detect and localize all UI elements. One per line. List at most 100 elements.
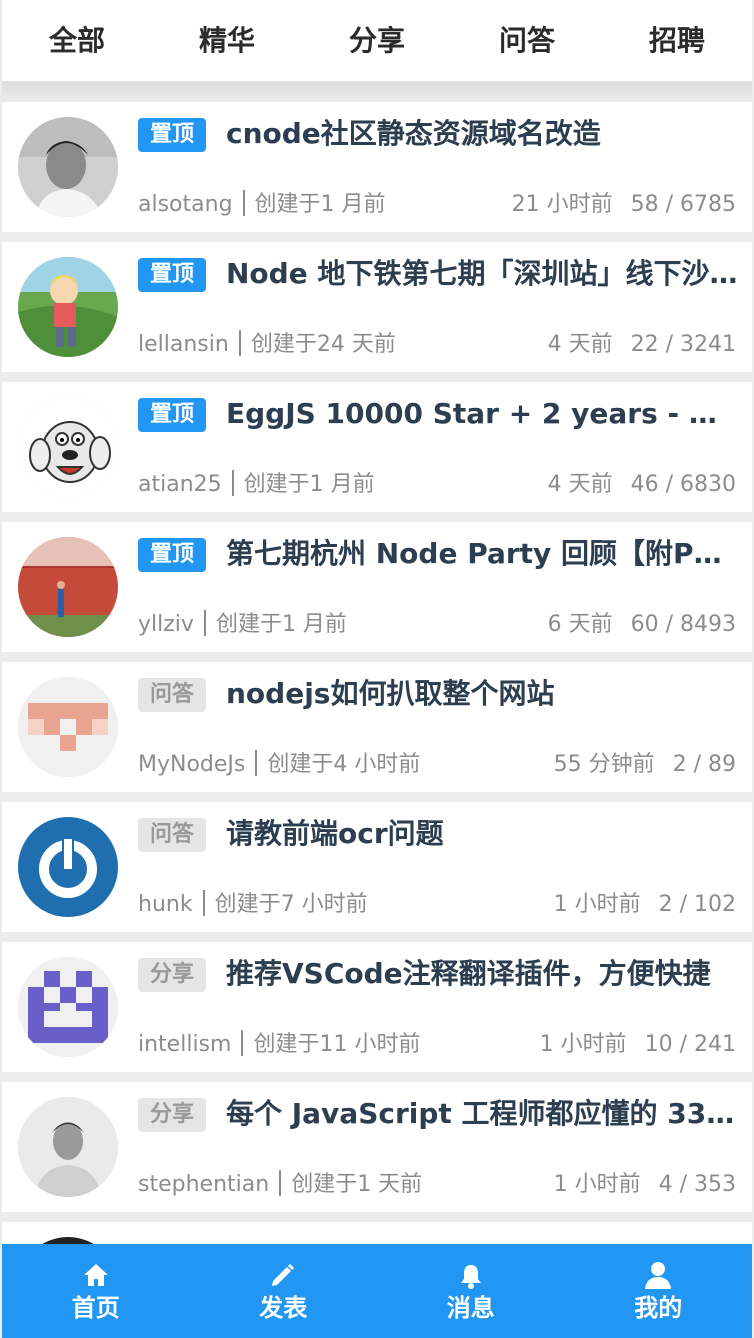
topic-tag: 置顶 [138,538,206,572]
topic-last-reply: 6 天前 [547,612,613,637]
nav-messages-label: 消息 [446,1294,495,1322]
topic-reply-visit-count: 58 / 6785 [630,192,736,217]
cartoon-dog-icon[interactable] [18,397,118,497]
topic-author[interactable]: atian25 [138,468,222,502]
topic-created-time: 创建于1 天前 [291,1172,423,1197]
topic-created-time: 创建于1 月前 [215,612,347,637]
topic-created-time: 创建于11 小时前 [253,1032,421,1057]
nav-post-label: 发表 [259,1294,308,1322]
topic-title[interactable]: 第七期杭州 Node Party 回顾【附PPT】 [226,534,738,574]
topic-author[interactable]: alsotang [138,188,233,222]
topic-last-reply: 21 小时前 [511,192,613,217]
anime-character-icon[interactable] [18,257,118,357]
meta-divider [279,1170,282,1196]
nav-messages[interactable]: 消息 [377,1244,565,1338]
topic-reply-visit-count: 46 / 6830 [630,472,736,497]
identicon-pink-icon[interactable] [18,677,118,777]
topic-tag: 置顶 [138,118,206,152]
tab-job[interactable]: 招聘 [602,0,752,82]
topic-item[interactable]: 分享每个 JavaScript 工程师都应懂的 33 个概念 stephentia… [2,1082,752,1212]
topic-last-reply: 1 小时前 [553,1172,641,1197]
photo-person-bw-icon[interactable] [18,1097,118,1197]
topic-meta: stephentian 创建于1 天前 1 小时前 4 / 353 [138,1168,736,1202]
topic-tag: 分享 [138,1098,206,1132]
photo-person-icon[interactable] [18,117,118,217]
tab-share[interactable]: 分享 [302,0,452,82]
nav-home[interactable]: 首页 [2,1244,190,1338]
topic-stats: 1 小时前 2 / 102 [554,888,736,922]
photo-wall-icon[interactable] [18,537,118,637]
pencil-icon [267,1259,299,1291]
topic-title[interactable]: nodejs如何扒取整个网站 [226,674,738,714]
topic-author[interactable]: intellism [138,1028,231,1062]
topic-item[interactable]: 分享 推荐VSCode注释翻译插件，方便快捷 intellism 创建于11 小时前 1… [2,942,752,1072]
topic-list: 置顶 cnode社区静态资源域名改造 alsotang 创建于1 月前 21 小时前 58… [2,102,752,1338]
topic-title[interactable]: 每个 JavaScript 工程师都应懂的 33 个概念 [226,1094,738,1134]
topic-item[interactable]: 置顶 第七期杭州 Node Party 回顾【附PPT】 yllziv 创建于1 月前… [2,522,752,652]
topic-author[interactable]: MyNodeJs [138,748,245,782]
topic-reply-visit-count: 22 / 3241 [630,332,736,357]
topic-tag: 分享 [138,958,206,992]
tab-all[interactable]: 全部 [2,0,152,82]
app-page: 全部 精华 分享 问答 招聘 置顶 cnode社区静态资源域名改造 alsotang… [0,0,754,1338]
nav-profile[interactable]: 我的 [565,1244,753,1338]
power-logo-icon[interactable] [18,817,118,917]
topic-tag: 置顶 [138,258,206,292]
topic-title[interactable]: EggJS 10000 Star + 2 years - 阿里开源 [226,394,738,434]
topic-title[interactable]: 请教前端ocr问题 [226,814,738,854]
home-icon [80,1259,112,1291]
topic-meta: MyNodeJs 创建于4 小时前 55 分钟前 2 / 89 [138,748,736,782]
topic-stats: 6 天前 60 / 8493 [548,608,736,642]
topic-created-time: 创建于1 月前 [254,192,386,217]
topic-created-time: 创建于24 天前 [250,332,396,357]
topic-item[interactable]: 置顶 Node 地下铁第七期「深圳站」线下沙龙邀约 lellansin 创建于24 天… [2,242,752,372]
tab-ask[interactable]: 问答 [452,0,602,82]
topic-title[interactable]: 推荐VSCode注释翻译插件，方便快捷 [226,954,738,994]
topic-created-time: 创建于1 月前 [243,472,375,497]
topic-author[interactable]: lellansin [138,328,229,362]
topic-item[interactable]: 问答 nodejs如何扒取整个网站 MyNodeJs 创建于4 小时前 55 分钟前 2 … [2,662,752,792]
topic-meta: atian25 创建于1 月前 4 天前 46 / 6830 [138,468,736,502]
topic-author[interactable]: stephentian [138,1168,269,1202]
nav-home-label: 首页 [71,1294,120,1322]
meta-divider [242,190,245,216]
topic-author[interactable]: yllziv [138,608,194,642]
topic-last-reply: 1 小时前 [553,892,641,917]
meta-divider [202,890,205,916]
topic-stats: 1 小时前 10 / 241 [540,1028,736,1062]
topic-reply-visit-count: 2 / 102 [658,892,736,917]
topic-tag: 置顶 [138,398,206,432]
topic-meta: alsotang 创建于1 月前 21 小时前 58 / 6785 [138,188,736,222]
topic-reply-visit-count: 4 / 353 [658,1172,736,1197]
nav-profile-label: 我的 [634,1294,683,1322]
topic-meta: intellism 创建于11 小时前 1 小时前 10 / 241 [138,1028,736,1062]
meta-divider [255,750,258,776]
topic-meta: lellansin 创建于24 天前 4 天前 22 / 3241 [138,328,736,362]
topic-tag: 问答 [138,818,206,852]
topic-last-reply: 1 小时前 [539,1032,627,1057]
topic-created-time: 创建于4 小时前 [267,752,421,777]
meta-divider [241,1030,244,1056]
topic-item[interactable]: 置顶EggJS 10000 Star + 2 years - 阿里开源atian… [2,382,752,512]
topic-author[interactable]: hunk [138,888,193,922]
topic-title[interactable]: Node 地下铁第七期「深圳站」线下沙龙邀约 [226,254,738,294]
meta-divider [238,330,241,356]
topic-created-time: 创建于7 小时前 [214,892,368,917]
topic-last-reply: 4 天前 [547,332,613,357]
identicon-purple-icon[interactable] [18,957,118,1057]
tab-good[interactable]: 精华 [152,0,302,82]
topic-stats: 4 天前 22 / 3241 [548,328,736,362]
topic-meta: hunk 创建于7 小时前 1 小时前 2 / 102 [138,888,736,922]
meta-divider [203,610,206,636]
topic-item[interactable]: 问答 请教前端ocr问题 hunk 创建于7 小时前 1 小时前 2 / 102 [2,802,752,932]
topic-tag: 问答 [138,678,206,712]
topic-title[interactable]: cnode社区静态资源域名改造 [226,114,738,154]
topic-stats: 4 天前 46 / 6830 [548,468,736,502]
topic-meta: yllziv 创建于1 月前 6 天前 60 / 8493 [138,608,736,642]
category-tabs: 全部 精华 分享 问答 招聘 [2,0,752,82]
user-icon [642,1259,674,1291]
topic-stats: 21 小时前 58 / 6785 [512,188,736,222]
nav-post[interactable]: 发表 [190,1244,378,1338]
topic-item[interactable]: 置顶 cnode社区静态资源域名改造 alsotang 创建于1 月前 21 小时前 58… [2,102,752,232]
topic-reply-visit-count: 60 / 8493 [630,612,736,637]
